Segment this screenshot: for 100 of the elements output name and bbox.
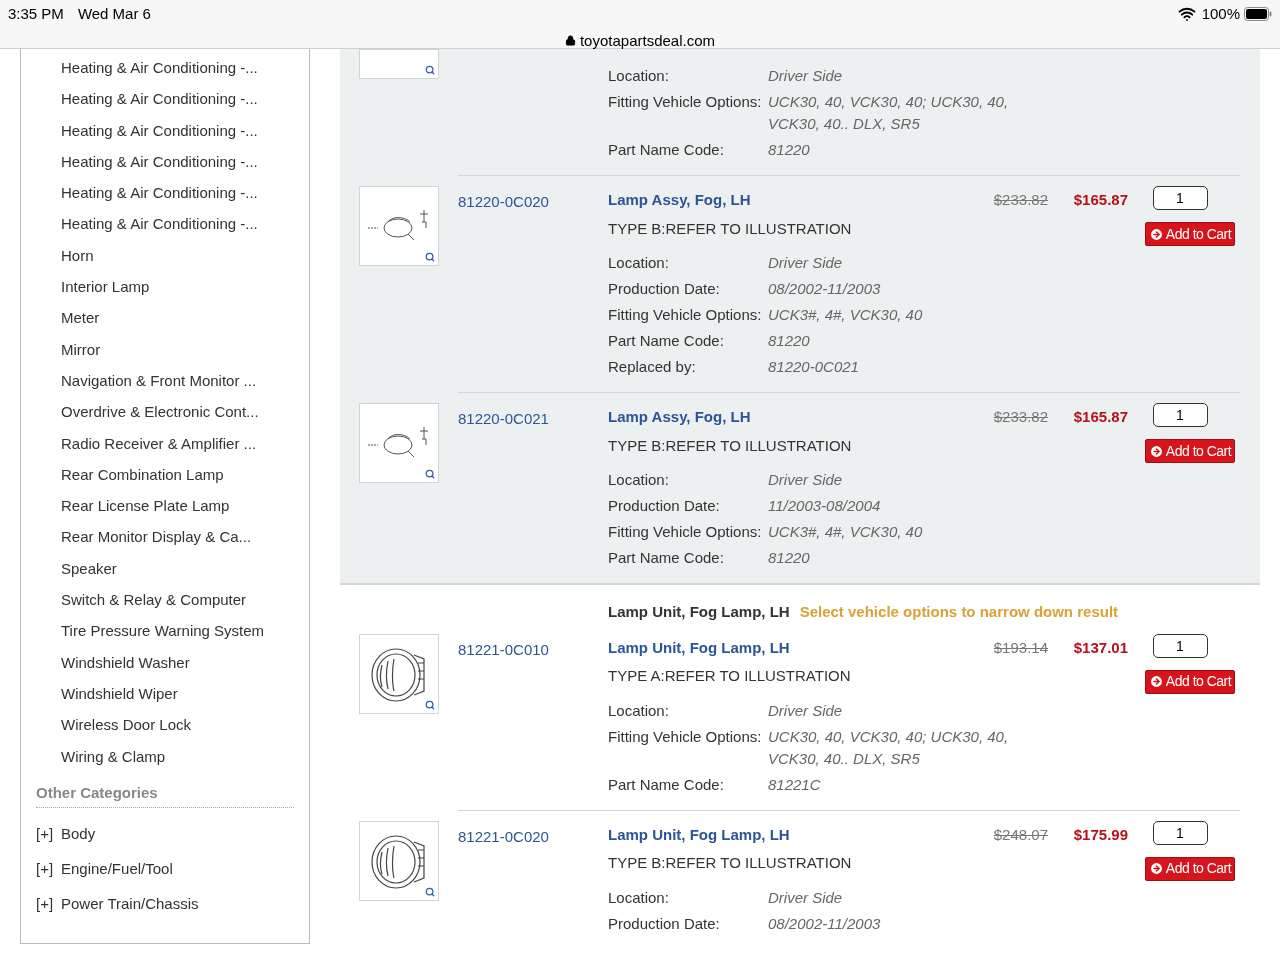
spec-value: 81220 — [768, 548, 811, 568]
part-thumbnail[interactable] — [359, 403, 439, 483]
category-link[interactable]: Windshield Washer — [61, 646, 309, 678]
category-link[interactable]: Meter — [61, 302, 309, 334]
part-number-link[interactable]: 81220-0C021 — [458, 410, 549, 427]
add-to-cart-button[interactable]: Add to Cart — [1144, 669, 1236, 694]
part-thumbnail[interactable] — [359, 49, 439, 79]
category-link[interactable]: Heating & Air Conditioning -... — [61, 177, 309, 209]
add-to-cart-button[interactable]: Add to Cart — [1144, 439, 1236, 463]
part-title-link[interactable]: Lamp Assy, Fog, LH — [608, 403, 988, 429]
category-link[interactable]: Navigation & Front Monitor ... — [61, 364, 309, 397]
spec-label: Production Date: — [608, 279, 721, 299]
spec-value: 81220 — [768, 331, 811, 351]
spec-value: Driver Side — [768, 700, 844, 721]
part-number-link[interactable]: 81221-0C010 — [458, 640, 549, 658]
category-link[interactable]: Speaker — [61, 552, 309, 585]
lock-icon — [564, 35, 576, 47]
spec-value: 08/2002-11/2003 — [768, 913, 882, 934]
part-number-link[interactable]: 81221-0C020 — [458, 827, 549, 845]
category-link[interactable]: Body — [61, 822, 96, 846]
spec-value: 81220 — [768, 140, 811, 160]
spec-label: Location: — [608, 700, 670, 721]
spec-value: 81221C — [768, 774, 822, 795]
category-link[interactable]: Tire Pressure Warning System — [61, 615, 309, 647]
original-price: $193.14 — [992, 637, 1048, 658]
part-thumbnail[interactable] — [359, 186, 439, 266]
category-link[interactable]: Rear Combination Lamp — [61, 458, 309, 491]
zoom-icon[interactable] — [425, 469, 435, 479]
spec-label: Location: — [608, 887, 670, 908]
category-link[interactable]: Engine/Fuel/Tool — [61, 857, 173, 881]
expand-toggle[interactable]: [+] — [36, 822, 61, 846]
category-link[interactable]: Rear License Plate Lamp — [61, 490, 309, 522]
sale-price: $165.87 — [1072, 407, 1128, 427]
category-link[interactable]: Windshield Wiper — [61, 677, 309, 710]
category-link[interactable]: Radio Receiver & Amplifier ... — [61, 427, 309, 459]
spec-value: 08/2002-11/2003 — [768, 279, 882, 299]
part-number-link[interactable]: 81220-0C020 — [458, 193, 549, 210]
expand-toggle[interactable]: [+] — [36, 892, 61, 916]
sale-price: $165.87 — [1072, 190, 1128, 210]
spec-label: Fitting Vehicle Options: — [608, 522, 763, 542]
zoom-icon[interactable] — [425, 65, 435, 75]
add-to-cart-button[interactable]: Add to Cart — [1144, 222, 1236, 246]
status-time: 3:35 PM — [8, 4, 64, 24]
spec-label: Part Name Code: — [608, 774, 725, 795]
spec-label: Fitting Vehicle Options: — [608, 726, 763, 747]
category-link[interactable]: Wiring & Clamp — [61, 740, 309, 772]
category-link[interactable]: Mirror — [61, 333, 309, 365]
spec-label: Replaced by: — [608, 357, 697, 377]
category-link[interactable]: Heating & Air Conditioning -... — [61, 114, 309, 146]
part-subtitle: TYPE B:REFER TO ILLUSTRATION — [608, 853, 853, 873]
spec-label: Location: — [608, 66, 670, 86]
battery-icon — [1244, 7, 1272, 22]
category-link[interactable]: Heating & Air Conditioning -... — [61, 208, 309, 240]
category-link[interactable]: Overdrive & Electronic Cont... — [61, 396, 309, 428]
spec-value: Driver Side — [768, 887, 844, 908]
quantity-field[interactable]: 1 — [1152, 186, 1208, 210]
add-to-cart-button[interactable]: Add to Cart — [1144, 856, 1236, 881]
sale-price: $137.01 — [1072, 637, 1128, 658]
category-link[interactable]: Rear Monitor Display & Ca... — [61, 521, 309, 553]
part-title-link[interactable]: Lamp Unit, Fog Lamp, LH — [608, 633, 988, 659]
spec-value: UCK3#, 4#, VCK30, 40 — [768, 522, 924, 542]
category-link[interactable]: Heating & Air Conditioning -... — [61, 83, 309, 115]
spec-value: UCK3#, 4#, VCK30, 40 — [768, 305, 924, 325]
quantity-field[interactable]: 1 — [1152, 633, 1208, 658]
spec-value: UCK30, 40, VCK30, 40; UCK30, 40, VCK30, 40.. DLX, SR5 — [768, 92, 1010, 134]
zoom-icon[interactable] — [425, 886, 435, 897]
category-link[interactable]: Switch & Relay & Computer — [61, 584, 309, 616]
battery-percent: 100% — [1201, 4, 1240, 24]
part-subtitle: TYPE B:REFER TO ILLUSTRATION — [608, 218, 853, 239]
expand-toggle[interactable]: [+] — [36, 857, 61, 881]
part-thumbnail[interactable] — [359, 633, 439, 714]
zoom-icon[interactable] — [425, 699, 435, 710]
spec-value: 81220-0C021 — [768, 357, 860, 377]
quantity-field[interactable]: 1 — [1152, 403, 1208, 427]
spec-value: UCK30, 40, VCK30, 40; UCK30, 40, VCK30, 40.. DLX, SR5 — [768, 726, 1010, 769]
category-link[interactable]: Heating & Air Conditioning -... — [61, 145, 309, 178]
quantity-field[interactable]: 1 — [1152, 820, 1208, 845]
original-price: $233.82 — [992, 190, 1048, 210]
spec-label: Part Name Code: — [608, 331, 725, 351]
spec-value: Driver Side — [768, 66, 844, 86]
category-link[interactable]: Wireless Door Lock — [61, 709, 309, 741]
part-title-link[interactable]: Lamp Unit, Fog Lamp, LH — [608, 820, 988, 846]
part-thumbnail[interactable] — [359, 820, 439, 901]
spec-label: Production Date: — [608, 496, 721, 516]
sale-price: $175.99 — [1072, 824, 1128, 845]
group-title: Lamp Unit, Fog Lamp, LH — [608, 602, 790, 622]
filter-hint: Select vehicle options to narrow down result — [799, 602, 1119, 622]
spec-value: Driver Side — [768, 470, 844, 490]
address-url[interactable]: toyotapartsdeal.com — [579, 29, 716, 52]
original-price: $248.07 — [992, 824, 1048, 845]
part-title-link[interactable]: Lamp Assy, Fog, LH — [608, 186, 988, 212]
category-link[interactable]: Heating & Air Conditioning -... — [61, 52, 309, 84]
category-link[interactable]: Interior Lamp — [61, 271, 309, 303]
spec-label: Location: — [608, 253, 670, 273]
zoom-icon[interactable] — [425, 252, 435, 262]
part-subtitle: TYPE A:REFER TO ILLUSTRATION — [608, 666, 852, 686]
spec-label: Part Name Code: — [608, 140, 725, 160]
category-link[interactable]: Horn — [61, 239, 309, 272]
status-date: Wed Mar 6 — [77, 4, 151, 24]
category-link[interactable]: Power Train/Chassis — [61, 892, 199, 916]
